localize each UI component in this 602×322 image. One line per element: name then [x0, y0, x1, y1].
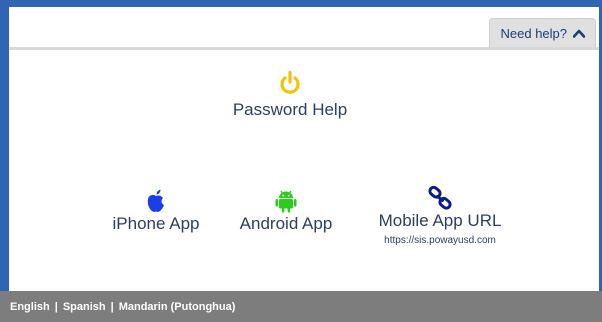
password-help-label: Password Help: [232, 100, 348, 119]
mobile-app-url-link[interactable]: Mobile App URL https://sis.powayusd.com: [360, 185, 520, 246]
password-help-link[interactable]: Password Help: [210, 70, 370, 120]
iphone-app-link[interactable]: iPhone App: [100, 188, 212, 234]
top-bar: Need help?: [9, 7, 599, 50]
need-help-button[interactable]: Need help?: [488, 18, 596, 47]
power-icon: [280, 70, 300, 94]
need-help-label: Need help?: [500, 25, 568, 41]
language-mandarin[interactable]: Mandarin (Putonghua): [119, 301, 236, 313]
language-spanish[interactable]: Spanish: [63, 301, 106, 313]
mobile-app-url-label: Mobile App URL: [378, 211, 502, 230]
iphone-app-label: iPhone App: [112, 214, 200, 233]
language-separator: |: [54, 300, 58, 313]
android-icon: [275, 190, 297, 213]
android-app-link[interactable]: Android App: [228, 188, 344, 234]
mobile-app-url-text: https://sis.powayusd.com: [384, 235, 496, 246]
chevron-up-icon: [573, 29, 585, 38]
language-english[interactable]: English: [10, 301, 50, 313]
link-icon: [428, 185, 452, 210]
apple-icon: [147, 189, 164, 212]
language-separator: |: [110, 300, 114, 313]
language-bar: English | Spanish | Mandarin (Putonghua): [0, 291, 602, 322]
android-app-label: Android App: [239, 214, 333, 233]
